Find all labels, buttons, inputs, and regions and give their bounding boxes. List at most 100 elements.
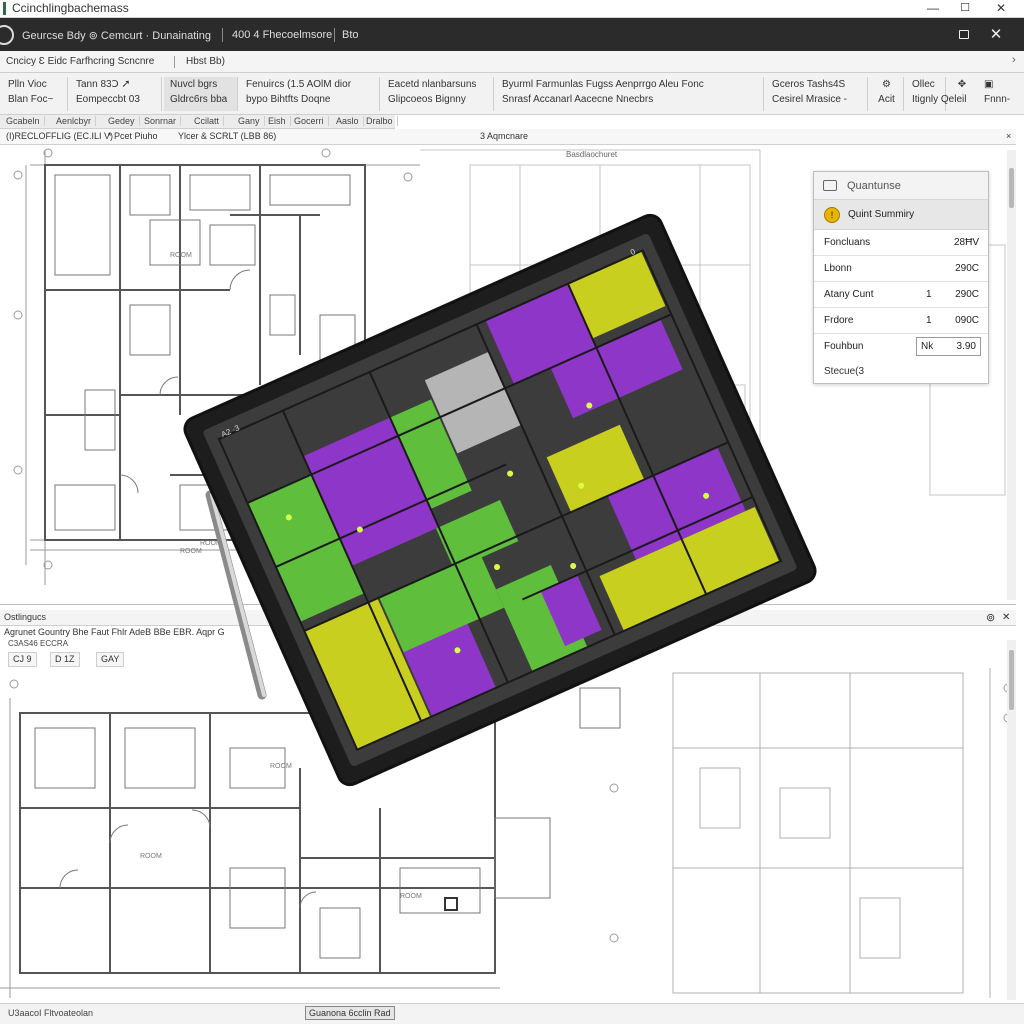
ribbon-label: Cesirel Mrasice - [772, 94, 848, 105]
quantity-input-value: 3.90 [956, 341, 976, 352]
view-close-icon[interactable]: × [1006, 131, 1011, 141]
back-icon[interactable] [0, 25, 14, 45]
layer-selector[interactable]: Ylcer & SCRLT (LBB 86) [178, 131, 276, 141]
floor-plan-drawing: ROOM ROOM ROOM [0, 668, 1013, 998]
ribbon-label: Itignly Qeleil [912, 94, 967, 105]
ribbon-label: Acit [878, 94, 895, 105]
ribbon-group-tag[interactable]: Tann 83Ↄ ➚ Eompeccbt 03 [70, 77, 162, 111]
quantity-label: Atany Cunt [824, 289, 874, 300]
ribbon-group-acit[interactable]: ⚙ Acit [870, 77, 904, 111]
subtab[interactable]: Eish [264, 116, 291, 126]
quantity-label: Fouhbun [824, 341, 864, 352]
status-text: U3aacoI Fltvoateolan [8, 1008, 94, 1018]
ribbon-group-plan[interactable]: Plln Vioc Blan Foc~ [2, 77, 68, 111]
restore-icon[interactable] [950, 23, 978, 47]
ribbon-label: Nuvcl bgrs [170, 79, 218, 90]
menu-file[interactable]: Cncicy Ɛ Eidc Farfhcring Scncnre [6, 56, 154, 67]
subtab[interactable]: Aaslo [332, 116, 364, 126]
ribbon-label: Fenuircs (1.5 AOlM dior [246, 79, 352, 90]
title-divider [334, 28, 335, 42]
title-divider [222, 28, 223, 42]
ribbon-group-features[interactable]: Fenuircs (1.5 AOlM dior bypo Bihtfts Doq… [240, 77, 380, 111]
quantities-footer[interactable]: Stecue(3 [824, 366, 864, 377]
second-panel-toolbar: CJ 9 D 1Z GAY [8, 652, 128, 668]
scroll-thumb[interactable] [1009, 650, 1014, 710]
quantities-panel: Quantunse ! Quint Summiry Foncluans 28ĦV… [813, 171, 989, 384]
ribbon-group-select[interactable]: Eacetd nlanbarsuns Glipcoeos Bignny [382, 77, 494, 111]
ribbon-group-cross[interactable]: Gceros Tashs4S Cesirel Mrasice - [766, 77, 868, 111]
ribbon-collapse-icon[interactable]: › [1012, 54, 1016, 66]
second-panel-info: Agrunet Gountry Bhe Faut Fhlr AdeB BBe E… [0, 626, 700, 640]
sheet-name[interactable]: (I)RECLOFFLIG (EC.ILI V) [6, 131, 113, 141]
cursor-icon[interactable]: ➚ [121, 77, 130, 92]
subtab[interactable]: Gedey [104, 116, 140, 126]
minimize-button[interactable]: — [918, 0, 948, 18]
ribbon-group-formulas[interactable]: Byurml Farmunlas Fugss Aenprrgo Aleu Fon… [496, 77, 764, 111]
subtab[interactable]: Gcabeln [2, 116, 45, 126]
quantity-row[interactable]: Lbonn 290C [814, 256, 988, 282]
menu-help[interactable]: Hbst Bb) [186, 56, 225, 67]
settings-icon[interactable]: ⚙ [876, 77, 897, 92]
ribbon-group-rnrro[interactable]: ▣ Fnnn- [978, 77, 1022, 111]
drawing-tab-header: (I)RECLOFFLIG (EC.ILI V) * Pcet Piuho Yl… [0, 129, 1016, 145]
view-filter[interactable]: * Pcet Piuho [108, 131, 158, 141]
ribbon-label: Plln Vioc [8, 79, 47, 90]
second-panel-info2: C3AS46 ECCRA [0, 639, 200, 651]
subtab[interactable]: Gocerri [290, 116, 329, 126]
quantity-summary-title: Quint Summiry [848, 209, 915, 220]
panel-settings-icon[interactable]: ⊚ [986, 611, 995, 624]
user-icon[interactable]: ✥ [954, 77, 970, 92]
subtab[interactable]: Gany [234, 116, 265, 126]
panel-tool-button[interactable]: D 1Z [50, 652, 80, 667]
top-scrollbar[interactable] [1007, 150, 1016, 600]
quantity-row[interactable]: Foncluans 28ĦV [814, 230, 988, 256]
drawing-label: Basdlaochuret [566, 150, 618, 159]
quantity-count: 1 [926, 315, 932, 326]
quantity-input-field[interactable]: Nk 3.90 [916, 337, 981, 356]
bottom-scrollbar[interactable] [1007, 640, 1016, 1000]
ribbon-group-user[interactable]: ✥ [948, 77, 976, 111]
quantity-row[interactable]: Atany Cunt 1 290C [814, 282, 988, 308]
panel-tool-button[interactable]: GAY [96, 652, 125, 667]
ribbon: Plln Vioc Blan Foc~ Tann 83Ↄ ➚ Eompeccbt… [0, 73, 1024, 115]
monitor-icon [823, 180, 837, 191]
panel-title: Ostlingucs [4, 612, 47, 622]
bottom-drawing-viewport[interactable]: ROOM ROOM ROOM [0, 668, 1016, 1003]
app-mark [3, 2, 6, 15]
ribbon-group-navigate[interactable]: Nuvcl bgrs Gldrc6rs bba [164, 77, 238, 111]
assembly-tab[interactable]: 3 Aqmcnare [480, 131, 528, 141]
subtab[interactable]: Dralbo [362, 116, 398, 126]
quantity-row[interactable]: Frdore 1 090C [814, 308, 988, 334]
document-title: Geurcse Bdy ⊚ Cemcurt · Dunainating [22, 30, 211, 42]
close-button[interactable]: ✕ [986, 0, 1016, 18]
scroll-thumb[interactable] [1009, 168, 1014, 208]
room-label: ROOM [140, 853, 162, 860]
room-label: ROOM [170, 252, 192, 259]
subtab[interactable]: Ccilatt [190, 116, 225, 126]
quantity-summary-header[interactable]: ! Quint Summiry [814, 200, 988, 230]
status-bar: U3aacoI Fltvoateolan Guanona 6cclin Rad [0, 1003, 1024, 1024]
room-label: ROOM [180, 548, 202, 555]
maximize-button[interactable]: ☐ [950, 0, 980, 18]
warning-icon: ! [824, 207, 840, 223]
room-label: ROOM [200, 540, 222, 547]
subtab[interactable]: Sonrnar [140, 116, 182, 126]
ribbon-label: Gceros Tashs4S [772, 79, 846, 90]
second-panel-header: Ostlingucs ⊚ ✕ [0, 610, 1016, 626]
quantity-value: 290C [955, 289, 979, 300]
app-close-icon[interactable]: ✕ [982, 23, 1010, 47]
subtab[interactable]: Aenlcbyr [52, 116, 97, 126]
ribbon-label: Eacetd nlanbarsuns [388, 79, 477, 90]
ribbon-label: Tann 83Ↄ [76, 79, 119, 90]
ribbon-group-ollec[interactable]: Ollec Itignly Qeleil [906, 77, 967, 111]
grid-icon[interactable]: ▣ [984, 77, 1016, 92]
status-mode-button[interactable]: Guanona 6cclin Rad [305, 1006, 395, 1020]
project-name: 400 4 Fhecoelmsore [232, 29, 333, 41]
ribbon-label: Ollec [912, 79, 935, 90]
panel-close-icon[interactable]: ✕ [1002, 612, 1010, 623]
quantities-title: Quantunse [847, 180, 901, 192]
ribbon-label: Eompeccbt 03 [76, 94, 140, 105]
panel-tool-button[interactable]: CJ 9 [8, 652, 37, 667]
quantity-value: 290C [955, 263, 979, 274]
quantities-panel-header[interactable]: Quantunse [814, 172, 988, 200]
